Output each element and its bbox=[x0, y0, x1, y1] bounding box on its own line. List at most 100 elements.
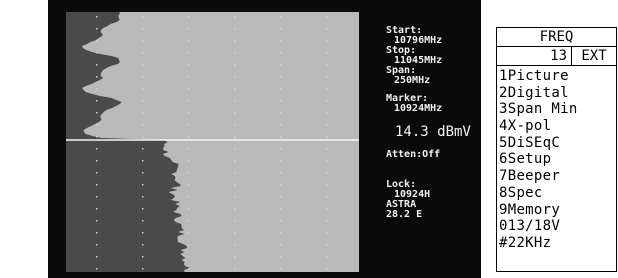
grid-dot bbox=[96, 244, 98, 246]
grid-dot bbox=[142, 208, 144, 210]
grid-dot bbox=[142, 172, 144, 174]
channel-number[interactable]: 13 bbox=[497, 47, 572, 65]
grid-dot bbox=[280, 88, 282, 90]
grid-dot bbox=[326, 88, 328, 90]
grid-dot bbox=[188, 148, 190, 150]
menu-item-digital[interactable]: 2Digital bbox=[499, 85, 616, 102]
grid-dot bbox=[280, 100, 282, 102]
grid-dot bbox=[280, 28, 282, 30]
grid-dot bbox=[326, 28, 328, 30]
grid-dot bbox=[280, 160, 282, 162]
grid-dot bbox=[280, 196, 282, 198]
grid-dot bbox=[96, 124, 98, 126]
grid-dot bbox=[188, 184, 190, 186]
marker-value: 10924MHz bbox=[394, 103, 443, 114]
atten-block: Atten:Off bbox=[386, 150, 478, 160]
grid-dot bbox=[96, 136, 98, 138]
grid-dot bbox=[188, 112, 190, 114]
atten-status: Atten:Off bbox=[386, 149, 441, 160]
menu-item-13-18v[interactable]: 013/18V bbox=[499, 218, 616, 235]
analyzer-screen: Start: 10796MHz Stop: 11045MHz Span: 250… bbox=[48, 0, 481, 278]
menu-item-spec[interactable]: 8Spec bbox=[499, 185, 616, 202]
menu-item-diseqc[interactable]: 5DiSEqC bbox=[499, 135, 616, 152]
menu-item-beeper[interactable]: 7Beeper bbox=[499, 168, 616, 185]
grid-dot bbox=[188, 244, 190, 246]
menu-item-span-min[interactable]: 3Span Min bbox=[499, 101, 616, 118]
grid-dot bbox=[188, 64, 190, 66]
grid-dot bbox=[234, 268, 236, 270]
grid-dot bbox=[234, 88, 236, 90]
span-value: 250MHz bbox=[394, 75, 431, 86]
grid-dot bbox=[280, 64, 282, 66]
menu-channel-row: 13 EXT bbox=[497, 47, 616, 66]
grid-dot bbox=[188, 40, 190, 42]
grid-dot bbox=[326, 40, 328, 42]
grid-dot bbox=[142, 112, 144, 114]
grid-dot bbox=[280, 232, 282, 234]
grid-dot bbox=[96, 76, 98, 78]
grid-dot bbox=[188, 88, 190, 90]
grid-dot bbox=[142, 268, 144, 270]
grid-dot bbox=[96, 100, 98, 102]
grid-dot bbox=[280, 124, 282, 126]
grid-dot bbox=[142, 244, 144, 246]
grid-dot bbox=[188, 136, 190, 138]
grid-dot bbox=[234, 16, 236, 18]
menu-item-22khz[interactable]: #22KHz bbox=[499, 235, 616, 252]
grid-dot bbox=[142, 256, 144, 258]
grid-dot bbox=[280, 112, 282, 114]
grid-dot bbox=[326, 16, 328, 18]
grid-dot bbox=[234, 100, 236, 102]
grid-dot bbox=[280, 256, 282, 258]
grid-dot bbox=[96, 64, 98, 66]
grid-dot bbox=[142, 100, 144, 102]
grid-dot bbox=[96, 112, 98, 114]
grid-dot bbox=[142, 196, 144, 198]
readout-panel: Start: 10796MHz Stop: 11045MHz Span: 250… bbox=[386, 26, 478, 114]
grid-dot bbox=[96, 196, 98, 198]
spectrum-plot bbox=[66, 12, 359, 272]
grid-dot bbox=[280, 220, 282, 222]
mode-ext[interactable]: EXT bbox=[572, 47, 616, 65]
grid-dot bbox=[142, 52, 144, 54]
grid-dot bbox=[96, 256, 98, 258]
grid-dot bbox=[96, 148, 98, 150]
grid-dot bbox=[234, 244, 236, 246]
grid-dot bbox=[96, 268, 98, 270]
menu-item-setup[interactable]: 6Setup bbox=[499, 151, 616, 168]
grid-dot bbox=[326, 76, 328, 78]
menu-item-memory[interactable]: 9Memory bbox=[499, 202, 616, 219]
grid-dot bbox=[234, 160, 236, 162]
grid-dot bbox=[142, 40, 144, 42]
grid-dot bbox=[188, 52, 190, 54]
grid-dot bbox=[188, 196, 190, 198]
grid-dot bbox=[234, 52, 236, 54]
grid-dot bbox=[280, 16, 282, 18]
grid-dot bbox=[96, 28, 98, 30]
menu-item-x-pol[interactable]: 4X-pol bbox=[499, 118, 616, 135]
grid-dot bbox=[96, 88, 98, 90]
grid-dot bbox=[188, 100, 190, 102]
grid-dot bbox=[142, 160, 144, 162]
grid-dot bbox=[188, 124, 190, 126]
menu-item-picture[interactable]: 1Picture bbox=[499, 68, 616, 85]
grid-dot bbox=[234, 208, 236, 210]
grid-dot bbox=[326, 100, 328, 102]
grid-dot bbox=[142, 148, 144, 150]
grid-dot bbox=[280, 52, 282, 54]
menu-list: 1Picture 2Digital 3Span Min 4X-pol 5DiSE… bbox=[497, 66, 616, 252]
menu-title: FREQ bbox=[497, 28, 616, 47]
grid-dot bbox=[142, 16, 144, 18]
grid-dot bbox=[280, 76, 282, 78]
grid-dot bbox=[142, 76, 144, 78]
grid-dot bbox=[280, 244, 282, 246]
grid-dot bbox=[326, 136, 328, 138]
grid-dot bbox=[96, 52, 98, 54]
grid-dot bbox=[142, 136, 144, 138]
grid-dot bbox=[234, 64, 236, 66]
grid-dot bbox=[326, 196, 328, 198]
grid-dot bbox=[188, 28, 190, 30]
grid-dot bbox=[188, 76, 190, 78]
grid-dot bbox=[96, 160, 98, 162]
grid-dot bbox=[96, 232, 98, 234]
